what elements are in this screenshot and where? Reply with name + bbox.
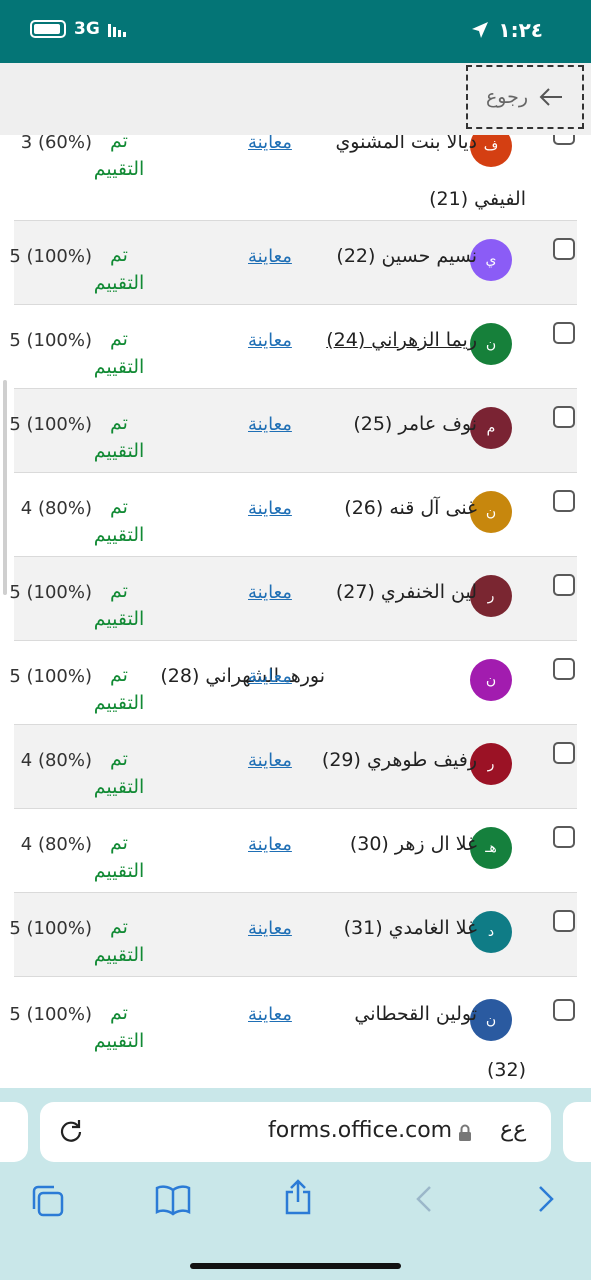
row-checkbox[interactable] xyxy=(553,574,575,596)
respondent-name: لين الخنفري (27) xyxy=(335,581,477,603)
respondent-name: غلا الغامدي (31) xyxy=(343,917,477,939)
row-checkbox[interactable] xyxy=(553,826,575,848)
score: 5 (100%) xyxy=(9,582,92,603)
preview-link[interactable]: معاينة xyxy=(248,135,292,153)
row-checkbox[interactable] xyxy=(553,406,575,428)
forward-nav-icon[interactable] xyxy=(536,1184,556,1214)
row-checkbox[interactable] xyxy=(553,490,575,512)
preview-link[interactable]: معاينة xyxy=(248,246,292,267)
bookmarks-icon[interactable] xyxy=(154,1184,192,1216)
respondent-name: ريما الزهراني (24) xyxy=(326,329,477,351)
status-label: تم التقييم xyxy=(93,748,145,798)
score: 5 (100%) xyxy=(9,246,92,267)
preview-link[interactable]: معاينة xyxy=(248,498,292,519)
status-label: تم التقييم xyxy=(93,496,145,546)
back-label: رجوع xyxy=(485,86,529,108)
next-tab-preview[interactable] xyxy=(563,1102,591,1162)
row-checkbox[interactable] xyxy=(553,742,575,764)
score: 4 (80%) xyxy=(20,498,92,519)
row-checkbox[interactable] xyxy=(553,135,575,145)
share-icon[interactable] xyxy=(282,1178,314,1216)
status-label: تم التقييم xyxy=(93,1002,145,1052)
status-label: تم التقييم xyxy=(93,916,145,966)
clock: ١:٢٤ xyxy=(498,18,543,42)
status-label: تم التقييم xyxy=(93,664,145,714)
status-label: تم التقييم xyxy=(93,135,145,180)
carrier-label: 3G xyxy=(74,19,100,39)
signal-icon xyxy=(107,21,126,37)
preview-link[interactable]: معاينة xyxy=(248,834,292,855)
lock-icon xyxy=(459,1124,471,1141)
respondent-name: نسيم حسين (22) xyxy=(336,245,477,267)
respondent-name: غنى آل قنه (26) xyxy=(344,497,477,519)
prev-tab-preview[interactable] xyxy=(0,1102,28,1162)
respondent-name-cont: (32) xyxy=(486,1059,526,1081)
battery-icon xyxy=(30,20,66,38)
respondent-name: غلا ال زهر (30) xyxy=(349,833,477,855)
row-checkbox[interactable] xyxy=(553,238,575,260)
responses-list: ف ديالا بنت المشنوي الفيفي (21) معاينة ت… xyxy=(0,135,591,1087)
preview-link[interactable]: معاينة xyxy=(248,330,292,351)
respondent-name: نورهـ الشهراني (28) xyxy=(160,665,325,687)
preview-link[interactable]: معاينة xyxy=(248,582,292,603)
respondent-name: تولين القحطاني xyxy=(354,1003,477,1025)
preview-link[interactable]: معاينة xyxy=(248,750,292,771)
status-label: تم التقييم xyxy=(93,832,145,882)
row-checkbox[interactable] xyxy=(553,322,575,344)
score: 4 (80%) xyxy=(20,750,92,771)
avatar: ن xyxy=(470,659,512,701)
address-bar[interactable]: forms.office.com ﻉﻉ xyxy=(40,1102,551,1162)
score: 4 (80%) xyxy=(20,834,92,855)
location-arrow-icon xyxy=(472,22,489,38)
home-indicator xyxy=(190,1263,401,1269)
status-label: تم التقييم xyxy=(93,412,145,462)
row-checkbox[interactable] xyxy=(553,658,575,680)
respondent-name: رفيف طوهري (29) xyxy=(321,749,477,771)
scrollbar[interactable] xyxy=(3,380,7,595)
back-button[interactable]: رجوع xyxy=(466,65,584,129)
respondent-name: ديالا بنت المشنوي xyxy=(335,135,477,153)
score: 3 (60%) xyxy=(20,135,92,153)
browser-toolbar: forms.office.com ﻉﻉ xyxy=(0,1088,591,1280)
preview-link[interactable]: معاينة xyxy=(248,1004,292,1025)
back-nav-icon[interactable] xyxy=(414,1184,434,1214)
respondent-name-cont: الفيفي (21) xyxy=(429,188,526,210)
score: 5 (100%) xyxy=(9,1004,92,1025)
respondent-name: نوف عامر (25) xyxy=(353,413,477,435)
preview-link[interactable]: معاينة xyxy=(248,666,292,687)
score: 5 (100%) xyxy=(9,414,92,435)
status-label: تم التقييم xyxy=(93,580,145,630)
status-bar: 3G ١:٢٤ xyxy=(0,0,591,63)
row-checkbox[interactable] xyxy=(553,910,575,932)
tabs-icon[interactable] xyxy=(30,1184,66,1218)
score: 5 (100%) xyxy=(9,330,92,351)
arrow-left-icon xyxy=(539,88,563,106)
text-size-button[interactable]: ﻉﻉ xyxy=(500,1117,526,1142)
score: 5 (100%) xyxy=(9,666,92,687)
score: 5 (100%) xyxy=(9,918,92,939)
status-label: تم التقييم xyxy=(93,244,145,294)
status-label: تم التقييم xyxy=(93,328,145,378)
preview-link[interactable]: معاينة xyxy=(248,918,292,939)
row-checkbox[interactable] xyxy=(553,999,575,1021)
preview-link[interactable]: معاينة xyxy=(248,414,292,435)
reload-icon[interactable] xyxy=(58,1118,84,1144)
url-text: forms.office.com xyxy=(268,1118,453,1143)
